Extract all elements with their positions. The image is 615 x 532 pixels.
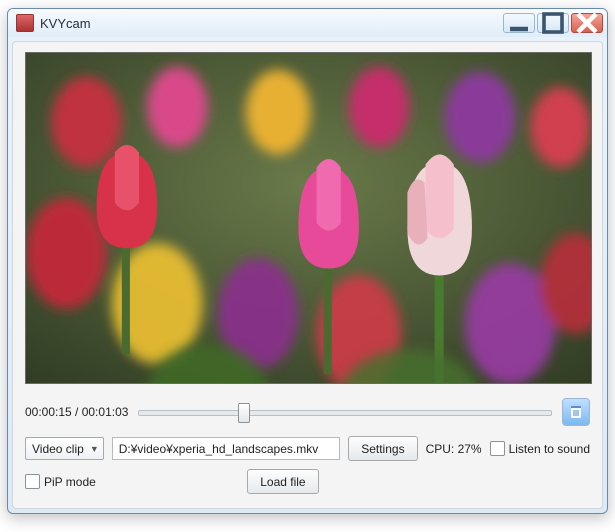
close-button[interactable] [571,13,603,33]
cpu-usage-label: CPU: 27% [426,442,482,456]
settings-button[interactable]: Settings [348,436,417,461]
titlebar[interactable]: KVYcam [8,9,607,37]
seek-slider[interactable] [138,403,552,421]
seek-slider-thumb[interactable] [238,403,250,423]
load-file-button[interactable]: Load file [247,469,318,494]
checkbox-box [25,474,40,489]
client-area: 00:00:15 / 00:01:03 Video clip ▼ [12,41,603,509]
app-icon [16,14,34,32]
chevron-down-icon: ▼ [90,444,99,454]
window-controls [503,13,603,33]
listen-to-sound-label: Listen to sound [509,442,590,456]
source-dropdown[interactable]: Video clip ▼ [25,437,104,460]
app-window: KVYcam [7,8,608,514]
snapshot-button[interactable] [562,398,590,426]
window-title: KVYcam [40,16,503,31]
seek-slider-track [138,410,552,416]
minimize-button[interactable] [503,13,535,33]
source-dropdown-label: Video clip [32,442,84,456]
bottom-row: PiP mode Load file [25,469,590,494]
controls-row: Video clip ▼ D:¥video¥xperia_hd_landscap… [25,436,590,461]
maximize-button[interactable] [537,13,569,33]
pip-mode-checkbox[interactable]: PiP mode [25,474,96,489]
listen-to-sound-checkbox[interactable]: Listen to sound [490,441,590,456]
time-position-label: 00:00:15 / 00:01:03 [25,405,128,419]
timeline-row: 00:00:15 / 00:01:03 [25,398,590,426]
video-preview[interactable] [25,52,592,384]
file-path-text: D:¥video¥xperia_hd_landscapes.mkv [119,442,318,456]
file-path-field[interactable]: D:¥video¥xperia_hd_landscapes.mkv [112,437,340,460]
pip-mode-label: PiP mode [44,475,96,489]
checkbox-box [490,441,505,456]
